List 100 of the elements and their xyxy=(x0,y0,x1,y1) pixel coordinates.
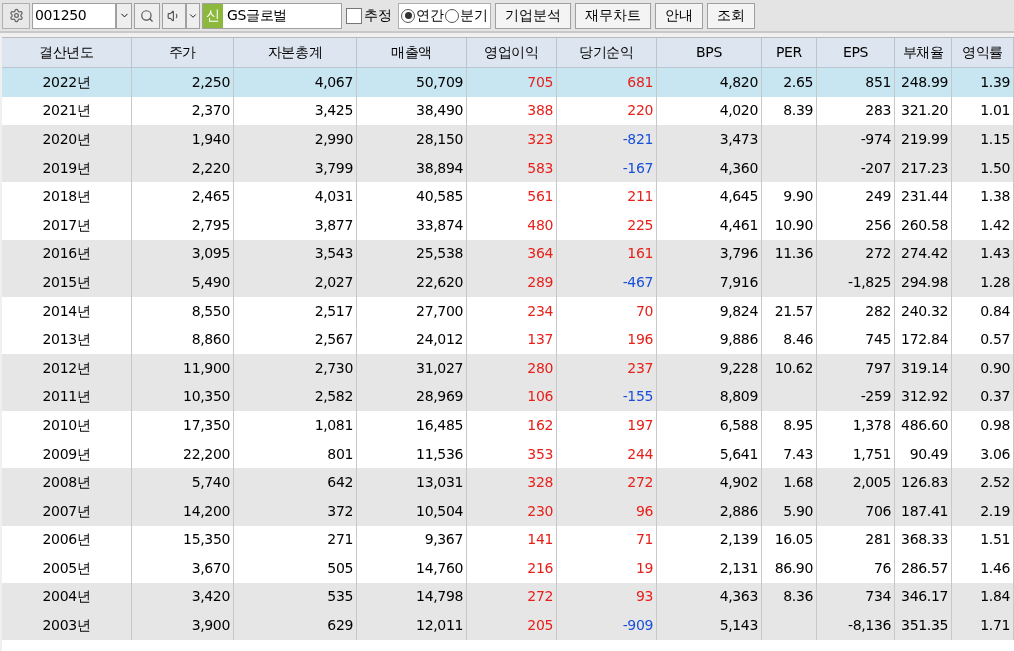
table-cell-text: 33,874 xyxy=(416,215,463,235)
table-row[interactable]: 2007년 14,200 372 10,504 230 96 2,886 5.90 706 187.41 2.19 xyxy=(2,496,1014,526)
table-cell-text: 561 xyxy=(527,187,553,207)
estimate-checkbox[interactable]: 추정 xyxy=(346,5,392,26)
table-row[interactable]: 2003년 3,900 629 12,011 205 -909 5,143 -8,136 351.35 1.71 xyxy=(2,611,1014,640)
table-cell-text: 8.46 xyxy=(783,330,813,350)
toolbar-button[interactable]: 재무차트 xyxy=(575,2,651,29)
table-cell-text: 283 xyxy=(865,101,891,121)
code-field[interactable]: 001250 xyxy=(32,2,116,29)
table-cell-text: 0.37 xyxy=(980,387,1010,407)
table-cell-text: 1,378 xyxy=(852,415,891,435)
table-cell-text: 2,005 xyxy=(852,473,891,493)
table-cell-text: 388 xyxy=(527,101,553,121)
dropdown-button[interactable] xyxy=(116,2,132,29)
table-cell-text: 1.38 xyxy=(980,187,1010,207)
table-row[interactable]: 2004년 3,420 535 14,798 272 93 4,363 8.36 734 346.17 1.84 xyxy=(2,582,1014,612)
table-cell-text: 372 xyxy=(327,501,353,521)
table-cell-text: 141 xyxy=(527,530,553,550)
table-row[interactable]: 2008년 5,740 642 13,031 328 272 4,902 1.68 2,005 126.83 2.52 xyxy=(2,468,1014,497)
column-header: 영업이익 xyxy=(467,38,557,67)
table-cell-text: 3,796 xyxy=(719,244,758,264)
table-cell-text: 260.58 xyxy=(901,215,948,235)
table-cell-text: 187.41 xyxy=(901,501,948,521)
period-radio[interactable]: 분기 xyxy=(445,5,488,26)
table-cell-text: 642 xyxy=(327,473,353,493)
table-cell-text: 8,809 xyxy=(719,387,758,407)
table-cell-text: 321.20 xyxy=(901,101,948,121)
table-row[interactable]: 2012년 11,900 2,730 31,027 280 237 9,228 10.62 797 319.14 0.90 xyxy=(2,353,1014,383)
toolbar-button[interactable]: 안내 xyxy=(655,2,703,29)
table-cell-text: 8.36 xyxy=(783,587,813,607)
table-cell-text: 11.36 xyxy=(774,244,813,264)
table-cell-text: 86.90 xyxy=(774,558,813,578)
settings-button[interactable] xyxy=(2,2,30,29)
speaker-button[interactable] xyxy=(162,2,186,29)
table-cell-text: 4,461 xyxy=(719,215,758,235)
table-cell-text: 4,031 xyxy=(314,187,353,207)
column-header: 주가 xyxy=(132,38,234,67)
table-cell-text: 281 xyxy=(865,530,891,550)
table-cell-text: 4,020 xyxy=(719,101,758,121)
table-cell-text: 15,350 xyxy=(183,530,230,550)
table-cell-text: 286.57 xyxy=(901,558,948,578)
table-cell-text: 2,370 xyxy=(191,101,230,121)
table-cell-text: 8,860 xyxy=(191,330,230,350)
table-cell-text: 353 xyxy=(527,444,553,464)
column-header: BPS xyxy=(657,38,762,67)
table-cell-text: 282 xyxy=(865,301,891,321)
table-row[interactable]: 2019년 2,220 3,799 38,894 583 -167 4,360 -207 217.23 1.50 xyxy=(2,153,1014,183)
table-cell-text: -467 xyxy=(622,272,653,292)
table-row[interactable]: 2016년 3,095 3,543 25,538 364 161 3,796 11.36 272 274.42 1.43 xyxy=(2,239,1014,269)
table-cell-text: 28,150 xyxy=(416,130,463,149)
table-cell-text: 24,012 xyxy=(416,330,463,350)
table-cell-text: -207 xyxy=(860,158,891,178)
table-cell-text: 480 xyxy=(527,215,553,235)
table-cell-text: 5,641 xyxy=(719,444,758,464)
table-cell-text: 294.98 xyxy=(901,272,948,292)
table-cell-text: 5,490 xyxy=(191,272,230,292)
table-cell-text: 289 xyxy=(527,272,553,292)
table-cell-text: 4,902 xyxy=(719,473,758,493)
toolbar-button[interactable]: 조회 xyxy=(707,2,755,29)
stock-name-field[interactable]: 신 GS글로벌 xyxy=(202,2,342,29)
table-cell-text: 126.83 xyxy=(901,473,948,493)
table-cell-text: 14,798 xyxy=(416,587,463,607)
search-button[interactable] xyxy=(134,2,160,29)
table-cell-text: -8,136 xyxy=(847,616,891,636)
period-radio[interactable]: 연간 xyxy=(401,5,444,26)
table-cell-text: 368.33 xyxy=(901,530,948,550)
table-cell-text: 9.90 xyxy=(783,187,813,207)
table-cell-text: 2007년 xyxy=(42,501,91,521)
table-cell-text: 505 xyxy=(327,558,353,578)
table-cell-text: 90.49 xyxy=(909,444,948,464)
table-cell-text: 1.68 xyxy=(783,473,813,493)
table-cell-text: 4,360 xyxy=(719,158,758,178)
table-cell-text: 3,473 xyxy=(719,130,758,149)
table-cell-text: 2008년 xyxy=(42,473,91,493)
table-cell-text: 2,567 xyxy=(314,330,353,350)
table-cell-text: 9,886 xyxy=(719,330,758,350)
table-cell-text: 2013년 xyxy=(42,330,91,350)
table-cell-text: 851 xyxy=(865,72,891,92)
table-cell-text: 3,425 xyxy=(314,101,353,121)
table-cell-text: 734 xyxy=(865,587,891,607)
table-cell-text: 280 xyxy=(527,358,553,378)
table-row[interactable]: 2011년 10,350 2,582 28,969 106 -155 8,809 -259 312.92 0.37 xyxy=(2,382,1014,412)
table-row[interactable]: 2020년 1,940 2,990 28,150 323 -821 3,473 -974 219.99 1.15 xyxy=(2,125,1014,154)
table-row[interactable]: 2015년 5,490 2,027 22,620 289 -467 7,916 -1,825 294.98 1.28 xyxy=(2,268,1014,297)
table-cell-text: 211 xyxy=(627,187,653,207)
table-cell-text: 71 xyxy=(635,530,653,550)
table-cell-text: 629 xyxy=(327,616,353,636)
table-cell-text: 13,031 xyxy=(416,473,463,493)
table-cell-text: 9,367 xyxy=(424,530,463,550)
table-cell-text: 7.43 xyxy=(783,444,813,464)
table-cell-text: 230 xyxy=(527,501,553,521)
table-cell-text: 706 xyxy=(865,501,891,521)
table-cell-text: 9,228 xyxy=(719,358,758,378)
table-row[interactable]: 2022년 2,250 4,067 50,709 705 681 4,820 2.65 851 248.99 1.39 xyxy=(2,68,1014,97)
table-cell-text: 2.65 xyxy=(783,72,813,92)
column-header: PER xyxy=(762,38,817,67)
table-cell-text: 3,799 xyxy=(314,158,353,178)
table-cell-text: 220 xyxy=(627,101,653,121)
toolbar-button[interactable]: 기업분석 xyxy=(495,2,571,29)
table-cell-text: 14,760 xyxy=(416,558,463,578)
